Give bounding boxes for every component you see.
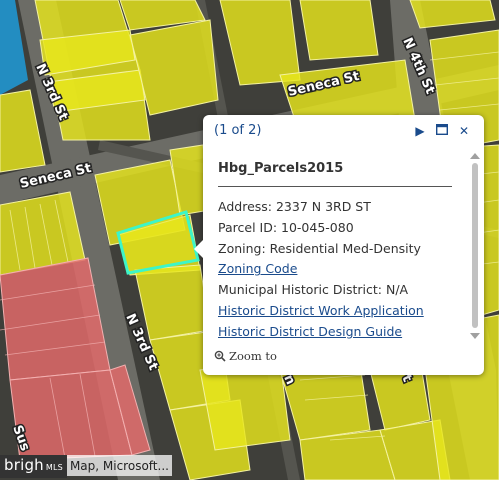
scroll-up-arrow-icon[interactable] [470, 153, 480, 159]
next-feature-icon[interactable]: ▶ [413, 124, 427, 138]
popup-body: Hbg_Parcels2015 Address: 2337 N 3RD ST P… [218, 153, 468, 363]
layer-title: Hbg_Parcels2015 [218, 161, 344, 176]
design-guide-link[interactable]: Historic District Design Guide [218, 322, 468, 343]
map-attribution: brigh MLS Map, Microsoft... [0, 455, 172, 478]
historic-district-field: Municipal Historic District: N/A [218, 282, 409, 298]
scroll-down-arrow-icon[interactable] [470, 333, 480, 339]
logo-suffix: MLS [45, 463, 63, 472]
logo-text: brigh [4, 456, 44, 474]
close-icon[interactable]: ✕ [457, 124, 471, 138]
popup-pager: (1 of 2) [214, 123, 262, 138]
bright-mls-logo: brigh MLS [0, 455, 67, 478]
zoning-field: Zoning: Residential Med-Density [218, 240, 421, 256]
title-divider [218, 186, 452, 187]
scroll-thumb[interactable] [472, 163, 478, 328]
attribution-text: Map, Microsoft... [69, 459, 169, 473]
popup-header: (1 of 2) ▶ ✕ [203, 115, 484, 147]
maximize-icon[interactable] [435, 123, 449, 138]
zoning-code-link[interactable]: Zoning Code [218, 259, 468, 280]
work-application-link[interactable]: Historic District Work Application [218, 301, 468, 322]
popup-pointer [194, 239, 204, 259]
zoom-to-label: Zoom to [229, 349, 277, 363]
popup-scrollbar[interactable] [469, 153, 481, 343]
parcel-id-field: Parcel ID: 10-045-080 [218, 219, 354, 235]
zoom-to-button[interactable]: Zoom to [214, 349, 277, 365]
magnifier-icon [214, 350, 226, 365]
parcel-popup: (1 of 2) ▶ ✕ Hbg_Parcels2015 Address: 23… [194, 115, 484, 375]
address-field: Address: 2337 N 3RD ST [218, 199, 371, 214]
